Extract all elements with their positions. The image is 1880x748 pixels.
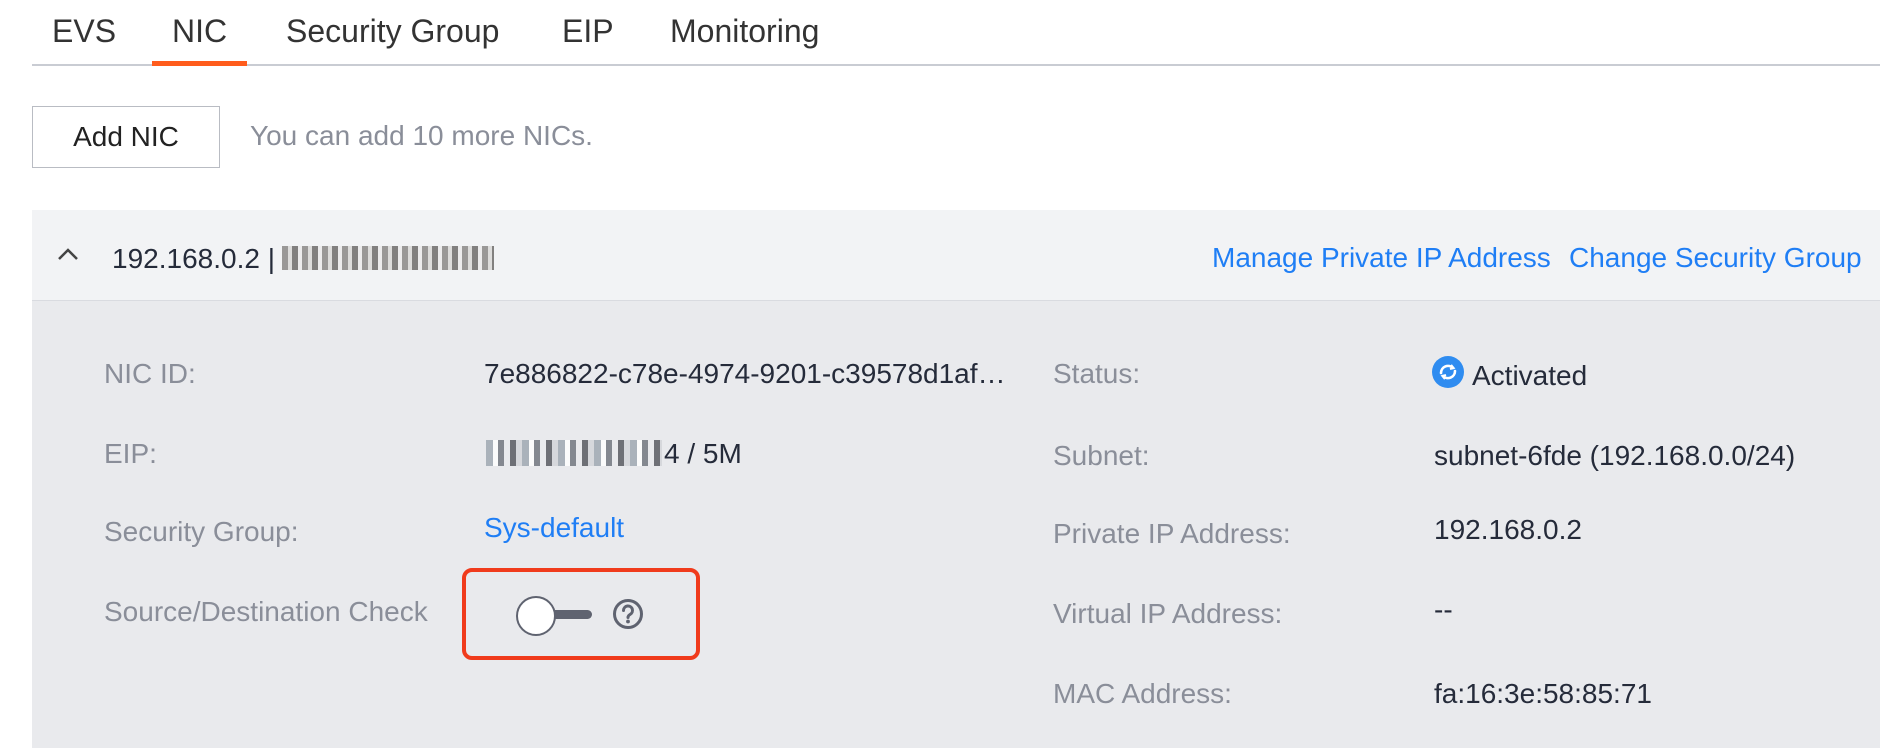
chevron-up-icon[interactable] — [54, 240, 82, 268]
nic-panel-header[interactable]: 192.168.0.2 | Manage Private IP Address … — [32, 210, 1880, 301]
nic-panel: 192.168.0.2 | Manage Private IP Address … — [32, 210, 1880, 748]
status-value: Activated — [1472, 360, 1588, 391]
private-ip-label: Private IP Address: — [1053, 518, 1291, 549]
redacted-eip-address — [486, 440, 662, 466]
eip-label: EIP: — [104, 438, 157, 469]
status-label: Status: — [1053, 358, 1141, 389]
mac-address-label: MAC Address: — [1053, 678, 1232, 709]
mac-address-value: fa:16:3e:58:85:71 — [1434, 678, 1652, 709]
security-group-label: Security Group: — [104, 516, 299, 547]
tab-nic[interactable]: NIC — [151, 13, 248, 66]
security-group-link[interactable]: Sys-default — [484, 512, 624, 544]
add-nic-button[interactable]: Add NIC — [32, 106, 220, 168]
subnet-label: Subnet: — [1053, 440, 1150, 471]
tab-monitoring[interactable]: Monitoring — [670, 13, 819, 64]
eip-bandwidth-value: 4 / 5M — [664, 438, 742, 469]
manage-private-ip-link[interactable]: Manage Private IP Address — [1212, 242, 1551, 274]
tab-eip[interactable]: EIP — [562, 13, 614, 64]
virtual-ip-value: -- — [1434, 594, 1453, 625]
toggle-knob — [516, 596, 556, 636]
question-circle-icon[interactable] — [612, 598, 644, 630]
tab-bar: EVS NIC Security Group EIP Monitoring — [32, 0, 1880, 66]
tab-evs[interactable]: EVS — [52, 13, 116, 64]
private-ip-value: 192.168.0.2 — [1434, 514, 1582, 545]
change-security-group-link[interactable]: Change Security Group — [1569, 242, 1862, 274]
nic-id-label: NIC ID: — [104, 358, 196, 389]
nic-ip-title: 192.168.0.2 | — [112, 243, 275, 274]
virtual-ip-label: Virtual IP Address: — [1053, 598, 1283, 629]
nic-quota-hint: You can add 10 more NICs. — [250, 120, 593, 151]
subnet-value: subnet-6fde (192.168.0.0/24) — [1434, 440, 1796, 471]
tab-security-group[interactable]: Security Group — [286, 13, 499, 64]
activated-status-icon — [1432, 356, 1464, 388]
src-dst-check-toggle[interactable] — [516, 596, 594, 636]
nic-id-value: 7e886822-c78e-4974-9201-c39578d1af… — [484, 358, 1006, 389]
src-dst-check-label: Source/Destination Check — [104, 596, 428, 627]
redacted-nic-name — [282, 246, 494, 270]
